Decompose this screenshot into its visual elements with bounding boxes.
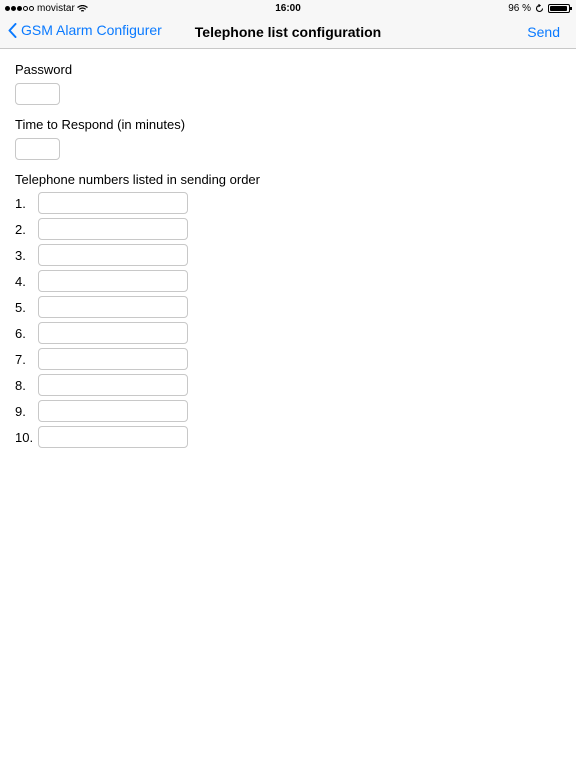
phone-list: 1. 2. 3. 4. 5. 6. 7. 8. 9. 10.	[15, 192, 260, 448]
phone-row: 6.	[15, 322, 260, 344]
phone-number-field[interactable]	[38, 374, 188, 396]
phone-number-field[interactable]	[38, 322, 188, 344]
phone-number-index: 8.	[15, 377, 26, 393]
time-to-respond-label: Time to Respond (in minutes)	[15, 117, 186, 132]
phone-number-index: 4.	[15, 273, 26, 289]
time-to-respond-field[interactable]	[15, 138, 60, 160]
phone-row: 5.	[15, 296, 260, 318]
back-button[interactable]: GSM Alarm Configurer	[8, 22, 162, 38]
password-label: Password	[15, 62, 73, 77]
status-time: 16:00	[275, 3, 301, 14]
phone-number-field[interactable]	[38, 218, 188, 240]
phone-number-field[interactable]	[38, 400, 188, 422]
back-button-label: GSM Alarm Configurer	[21, 22, 162, 38]
phone-row: 3.	[15, 244, 260, 266]
orientation-lock-icon	[535, 4, 544, 13]
battery-icon	[548, 4, 572, 13]
phone-row: 10.	[15, 426, 260, 448]
phone-row: 2.	[15, 218, 260, 240]
status-bar: movistar 16:00 96 %	[0, 0, 576, 16]
phone-number-index: 5.	[15, 299, 26, 315]
phone-number-field[interactable]	[38, 244, 188, 266]
status-right: 96 %	[508, 3, 572, 14]
send-button[interactable]: Send	[527, 24, 560, 40]
phone-number-index: 1.	[15, 195, 26, 211]
password-field[interactable]	[15, 83, 60, 105]
phone-number-index: 3.	[15, 247, 26, 263]
phone-number-index: 2.	[15, 221, 26, 237]
phone-number-index: 7.	[15, 351, 26, 367]
phone-list-label: Telephone numbers listed in sending orde…	[15, 172, 260, 187]
phone-number-field[interactable]	[38, 270, 188, 292]
form-content: Password Time to Respond (in minutes) Te…	[15, 62, 260, 452]
battery-fill	[550, 6, 567, 11]
chevron-left-icon	[8, 22, 17, 38]
phone-number-index: 10.	[15, 429, 34, 445]
phone-number-field[interactable]	[38, 192, 188, 214]
phone-row: 1.	[15, 192, 260, 214]
phone-number-field[interactable]	[38, 348, 188, 370]
phone-number-index: 6.	[15, 325, 26, 341]
phone-number-field[interactable]	[38, 426, 188, 448]
phone-number-index: 9.	[15, 403, 26, 419]
phone-row: 7.	[15, 348, 260, 370]
phone-number-field[interactable]	[38, 296, 188, 318]
phone-row: 9.	[15, 400, 260, 422]
phone-row: 4.	[15, 270, 260, 292]
phone-row: 8.	[15, 374, 260, 396]
battery-percent: 96 %	[508, 3, 531, 14]
navigation-bar: GSM Alarm Configurer Telephone list conf…	[0, 16, 576, 49]
